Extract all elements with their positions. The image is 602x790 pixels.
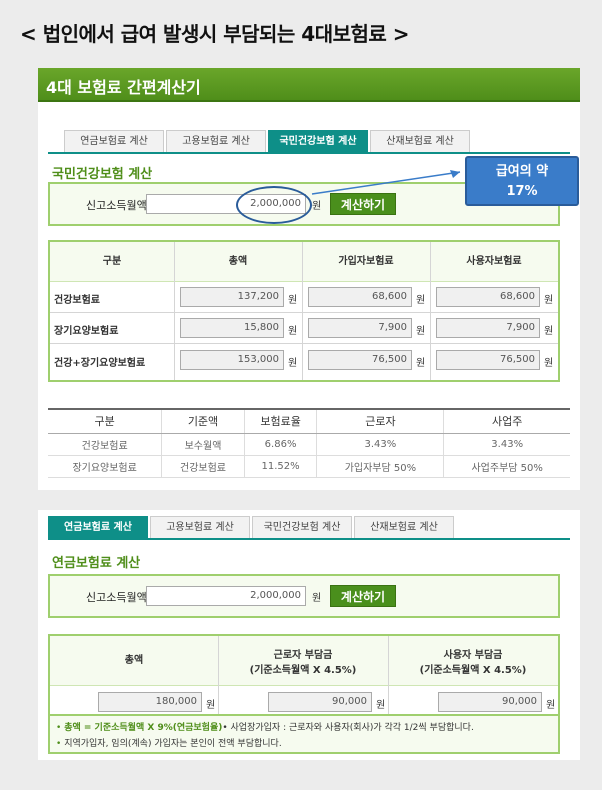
header-employer-line1: 사용자 부담금 [443,650,503,661]
health-calculator-panel: 4대 보험료 간편계산기 연금보험료 계산 고용보험료 계산 국민건강보험 계산… [38,68,580,490]
employer-output: 7,900 [436,318,540,338]
notes-box: • 총액 = 기준소득월액 X 9%(연금보험율)• 사업장가입자 : 근로자와… [48,716,560,754]
rate-cell: 보수월액 [161,433,245,456]
callout-box: 급여의 약 17% [465,156,579,206]
note-line2: • 지역가입자, 임의(계속) 가입자는 본인이 전액 부담합니다. [56,739,282,749]
tab-underline [48,538,570,540]
income-label: 신고소득월액 [86,591,147,604]
rate-table: 구분 기준액 보험료율 근로자 사업주 건강보험료 보수월액 6.86% 3.4… [48,408,570,478]
section-title: 국민건강보험 계산 [52,167,153,182]
note-line1: • 총액 = 기준소득월액 X 9%(연금보험율)• 사업장가입자 : 근로자와… [56,723,474,733]
row-label: 장기요양보험료 [54,326,119,337]
income-unit: 원 [312,593,322,604]
header-employee: 가입자보험료 [302,242,430,282]
rate-header: 근로자 [316,408,444,434]
header-employee-line2: (기준소득월액 X 4.5%) [249,665,357,676]
employee-output: 90,000 [268,692,372,712]
row-label: 건강보험료 [54,295,100,306]
tab-employment[interactable]: 고용보험료 계산 [150,516,250,538]
employee-output: 7,900 [308,318,412,338]
header-total: 총액 [50,636,218,686]
employee-output: 76,500 [308,350,412,370]
pension-tab-bar: 연금보험료 계산 고용보험료 계산 국민건강보험 계산 산재보험료 계산 [48,516,456,538]
health-result-table: 구분 총액 가입자보험료 사용자보험료 건강보험료 137,200 원 68,6… [48,240,560,382]
rate-cell: 건강보험료 [48,433,162,456]
callout-line1: 급여의 약 [495,164,549,179]
pension-calculator-panel: 연금보험료 계산 고용보험료 계산 국민건강보험 계산 산재보험료 계산 연금보… [38,510,580,760]
tab-industrial[interactable]: 산재보험료 계산 [354,516,454,538]
calculator-banner: 4대 보험료 간편계산기 [38,68,580,102]
employer-output: 68,600 [436,287,540,307]
total-output: 180,000 [98,692,202,712]
won-unit: 원 [546,700,556,711]
income-input-box: 신고소득월액 2,000,000 원 계산하기 [48,574,560,618]
rate-cell: 6.86% [243,433,317,456]
tab-underline [48,152,570,154]
rate-cell: 3.43% [316,433,444,456]
employer-output: 90,000 [438,692,542,712]
income-input[interactable]: 2,000,000 [146,586,306,606]
rate-cell: 11.52% [243,455,317,478]
table-row: 건강보험료 보수월액 6.86% 3.43% 3.43% [48,433,570,456]
rate-header: 구분 [48,408,162,434]
total-output: 15,800 [180,318,284,338]
header-category: 구분 [50,242,174,282]
header-employee: 근로자 부담금 (기준소득월액 X 4.5%) [218,636,388,686]
rate-cell: 사업주부담 50% [443,455,570,478]
note1-bold: 총액 = 기준소득월액 X 9%(연금보험율) [64,723,223,733]
rate-header: 사업주 [443,408,570,434]
headline: < 법인에서 급여 발생시 부담되는 4대보험료 > [20,22,410,46]
tab-pension[interactable]: 연금보험료 계산 [48,516,148,538]
tab-industrial[interactable]: 산재보험료 계산 [370,130,470,152]
total-output: 153,000 [180,350,284,370]
rate-cell: 장기요양보험료 [48,455,162,478]
rate-header: 보험료율 [243,408,317,434]
header-employer: 사용자보험료 [430,242,558,282]
calculate-button[interactable]: 계산하기 [330,585,396,607]
income-label: 신고소득월액 [86,199,147,212]
won-unit: 원 [416,326,426,337]
won-unit: 원 [376,700,386,711]
tab-health[interactable]: 국민건강보험 계산 [252,516,352,538]
header-total: 총액 [174,242,302,282]
won-unit: 원 [288,326,298,337]
banner-title: 4대 보험료 간편계산기 [46,78,201,97]
header-employer-line2: (기준소득월액 X 4.5%) [419,665,527,676]
tab-pension[interactable]: 연금보험료 계산 [64,130,164,152]
rate-header: 기준액 [161,408,245,434]
rate-cell: 3.43% [443,433,570,456]
health-tab-bar: 연금보험료 계산 고용보험료 계산 국민건강보험 계산 산재보험료 계산 [64,130,472,152]
won-unit: 원 [288,295,298,306]
employer-output: 76,500 [436,350,540,370]
header-employee-line1: 근로자 부담금 [273,650,333,661]
rate-cell: 가입자부담 50% [316,455,444,478]
won-unit: 원 [544,358,554,369]
won-unit: 원 [206,700,216,711]
won-unit: 원 [288,358,298,369]
table-row: 장기요양보험료 건강보험료 11.52% 가입자부담 50% 사업주부담 50% [48,455,570,478]
callout-arrow [311,170,461,195]
note1-rest: • 사업장가입자 : 근로자와 사용자(회사)가 각각 1/2씩 부담합니다. [222,723,474,733]
won-unit: 원 [544,295,554,306]
total-output: 137,200 [180,287,284,307]
won-unit: 원 [544,326,554,337]
callout-line2: 17% [506,184,538,199]
won-unit: 원 [416,358,426,369]
won-unit: 원 [416,295,426,306]
rate-cell: 건강보험료 [161,455,245,478]
row-label: 건강+장기요양보험료 [54,358,146,369]
employee-output: 68,600 [308,287,412,307]
section-title: 연금보험료 계산 [52,556,141,571]
pension-result-table: 총액 근로자 부담금 (기준소득월액 X 4.5%) 사용자 부담금 (기준소득… [48,634,560,716]
tab-health[interactable]: 국민건강보험 계산 [268,130,368,152]
tab-employment[interactable]: 고용보험료 계산 [166,130,266,152]
header-employer: 사용자 부담금 (기준소득월액 X 4.5%) [388,636,558,686]
note2-text: 지역가입자, 임의(계속) 가입자는 본인이 전액 부담합니다. [64,739,282,749]
